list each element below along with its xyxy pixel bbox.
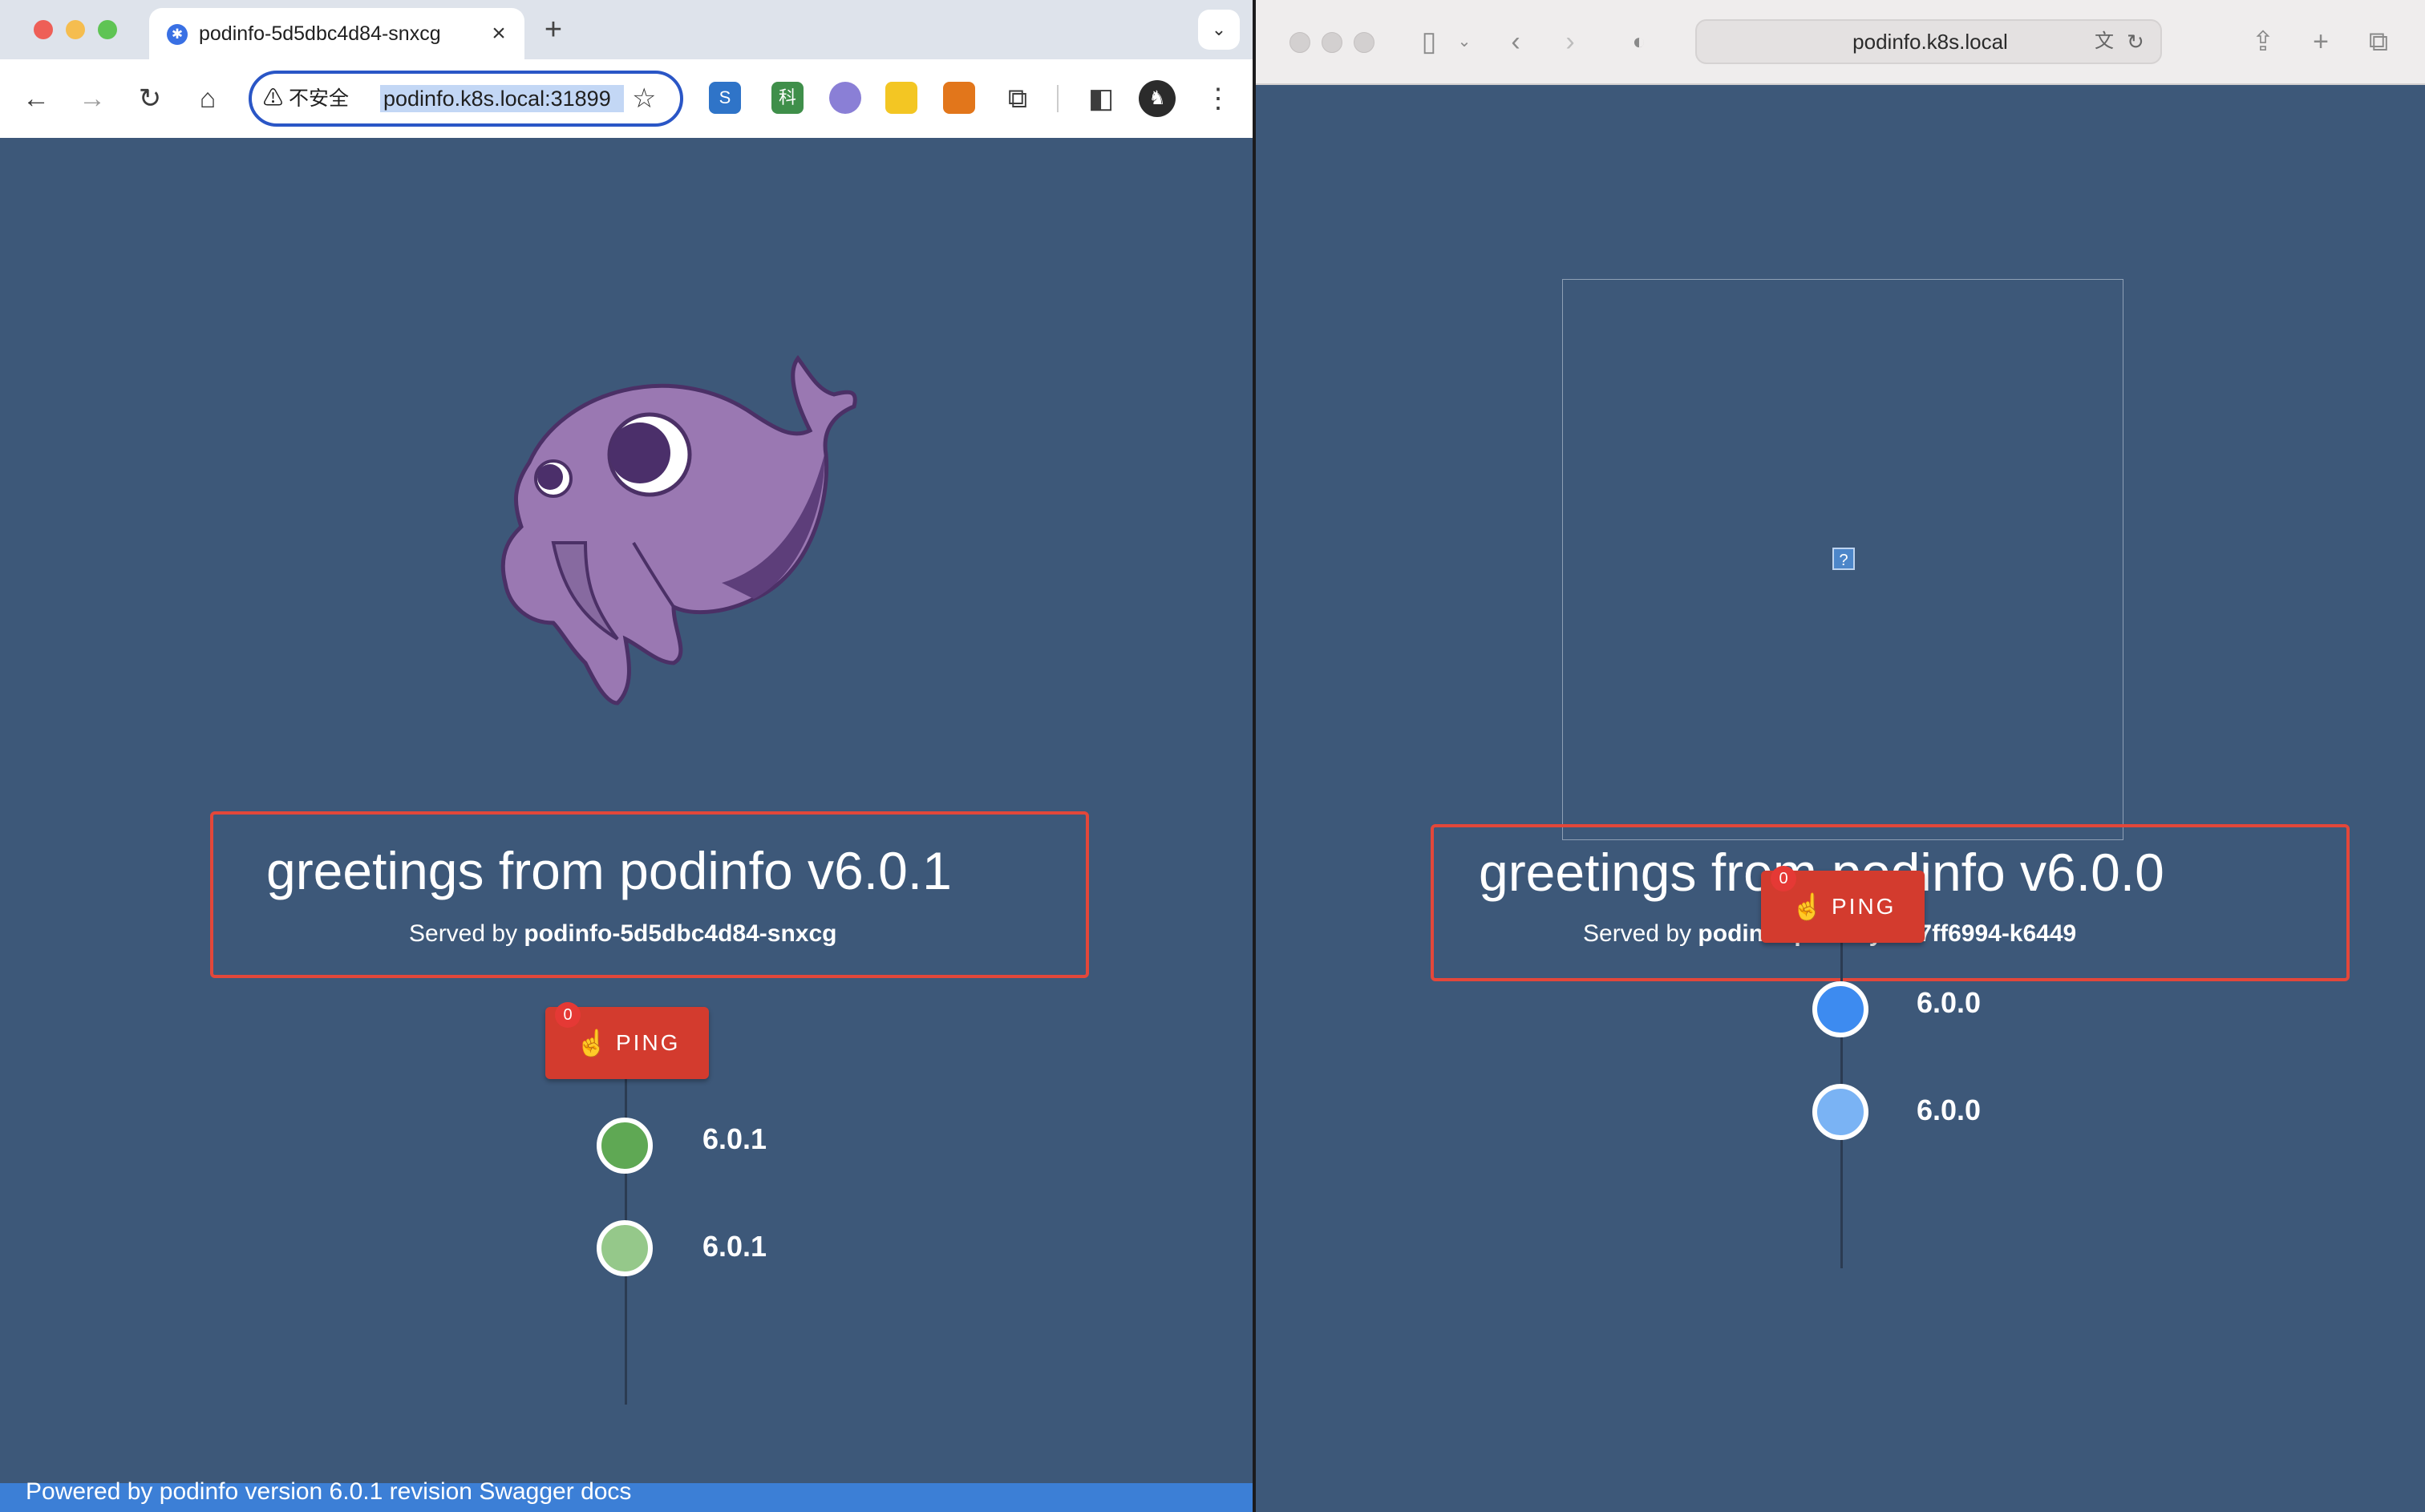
served-by-prefix: Served by [409, 920, 518, 947]
puzzle-icon[interactable]: ⧉ [998, 79, 1038, 119]
greeting-heading: greetings from podinfo v6.0.1 [266, 841, 952, 900]
forward-icon[interactable]: › [1551, 22, 1589, 61]
version-label: 6.0.0 [1917, 1094, 1982, 1126]
sidepanel-icon[interactable]: ◧ [1081, 79, 1121, 119]
star-icon[interactable]: ☆ [632, 77, 656, 120]
chrome-window: ✱ podinfo-5d5dbc4d84-snxcg × + ⌄ ← → ↻ ⌂… [0, 0, 1253, 1512]
translate-icon[interactable]: 文 [2095, 27, 2114, 56]
ping-label: PING [1832, 894, 1897, 919]
toolbar-divider [1057, 85, 1059, 112]
minimize-window-button[interactable] [66, 20, 85, 39]
pointer-hand-icon: ☝ [1791, 892, 1824, 921]
pointer-hand-icon: ☝ [576, 1029, 608, 1057]
warning-icon: ⚠ [263, 87, 284, 110]
safari-url-text[interactable]: podinfo.k8s.local [1697, 21, 2164, 63]
chrome-tab-bar: ✱ podinfo-5d5dbc4d84-snxcg × + ⌄ [0, 0, 1253, 59]
profile-icon[interactable]: ♞ [1139, 80, 1176, 117]
share-icon[interactable]: ⇪ [2244, 22, 2282, 61]
version-dot [597, 1220, 653, 1276]
chrome-toolbar: ← → ↻ ⌂ ⚠ 不安全 podinfo.k8s.local:31899 ☆ … [0, 59, 1253, 139]
broken-image-placeholder: ? [1562, 279, 2123, 840]
tabs-overview-icon[interactable]: ⧉ [2359, 22, 2398, 61]
url-text[interactable]: podinfo.k8s.local:31899 [380, 85, 624, 112]
new-tab-button[interactable]: + [536, 11, 571, 48]
chevron-down-icon[interactable]: ⌄ [1445, 22, 1484, 61]
version-label: 6.0.1 [702, 1122, 767, 1155]
extension-s-icon[interactable]: S [709, 82, 741, 114]
back-arrow-icon[interactable]: ← [16, 79, 56, 119]
new-tab-icon[interactable]: + [2302, 22, 2340, 61]
served-by-text: Served by podinfo-5d5dbc4d84-snxcg [409, 920, 836, 948]
chrome-page-content: greetings from podinfo v6.0.1 Served by … [0, 138, 1253, 1512]
safari-page-content: ? greetings from podinfo v6.0.0 Served b… [1256, 83, 2425, 1512]
kubernetes-favicon-icon: ✱ [167, 24, 188, 45]
broken-image-icon: ? [1832, 548, 1855, 570]
timeline-line [1840, 891, 1843, 1268]
version-dot [1812, 1084, 1868, 1140]
greeting-highlight-box: greetings from podinfo v6.0.1 Served by … [210, 811, 1089, 978]
timeline-line [625, 1028, 627, 1405]
safari-toolbar: ▯ ⌄ ‹ › ◐ podinfo.k8s.local 文 ↻ ⇪ + ⧉ [1256, 0, 2425, 85]
safari-window: ▯ ⌄ ‹ › ◐ podinfo.k8s.local 文 ↻ ⇪ + ⧉ ? … [1253, 0, 2425, 1512]
close-window-button[interactable] [1289, 32, 1310, 53]
ping-label: PING [616, 1030, 681, 1055]
tab-podinfo[interactable]: ✱ podinfo-5d5dbc4d84-snxcg × [149, 8, 524, 59]
version-label: 6.0.0 [1917, 986, 1982, 1019]
zoom-window-button[interactable] [1354, 32, 1374, 53]
extension-hand-icon[interactable] [885, 82, 917, 114]
address-bar[interactable]: ⚠ 不安全 podinfo.k8s.local:31899 ☆ [249, 71, 683, 127]
safari-address-bar[interactable]: podinfo.k8s.local 文 ↻ [1695, 19, 2162, 64]
extension-green-icon[interactable]: 科 [771, 82, 804, 114]
close-window-button[interactable] [34, 20, 53, 39]
ping-count-badge: 0 [1771, 866, 1796, 891]
kebab-menu-icon[interactable]: ⋮ [1198, 79, 1238, 119]
sidebar-icon[interactable]: ▯ [1410, 22, 1448, 61]
tab-search-button[interactable]: ⌄ [1198, 10, 1240, 50]
minimize-window-button[interactable] [1322, 32, 1342, 53]
security-label: 不安全 [288, 87, 349, 110]
extension-purple-icon[interactable] [829, 82, 861, 114]
close-tab-icon[interactable]: × [484, 18, 513, 50]
tab-title: podinfo-5d5dbc4d84-snxcg [199, 22, 441, 45]
security-indicator[interactable]: ⚠ 不安全 [263, 74, 349, 123]
metamask-fox-icon[interactable] [943, 82, 975, 114]
version-label: 6.0.1 [702, 1230, 767, 1263]
podinfo-cuttlefish-mascot [500, 354, 857, 705]
shield-icon[interactable]: ◐ [1620, 22, 1658, 61]
served-by-host: podinfo-5d5dbc4d84-snxcg [524, 920, 837, 947]
served-by-prefix: Served by [1583, 920, 1692, 947]
footer-text: Powered by podinfo version 6.0.1 revisio… [26, 1478, 632, 1505]
reload-icon[interactable]: ↻ [2127, 26, 2144, 58]
back-icon[interactable]: ‹ [1496, 22, 1535, 61]
version-dot [1812, 981, 1868, 1037]
forward-arrow-icon[interactable]: → [72, 79, 112, 119]
zoom-window-button[interactable] [98, 20, 117, 39]
reload-icon[interactable]: ↻ [130, 79, 170, 119]
home-icon[interactable]: ⌂ [188, 79, 228, 119]
version-dot [597, 1118, 653, 1174]
ping-count-badge: 0 [555, 1002, 581, 1028]
